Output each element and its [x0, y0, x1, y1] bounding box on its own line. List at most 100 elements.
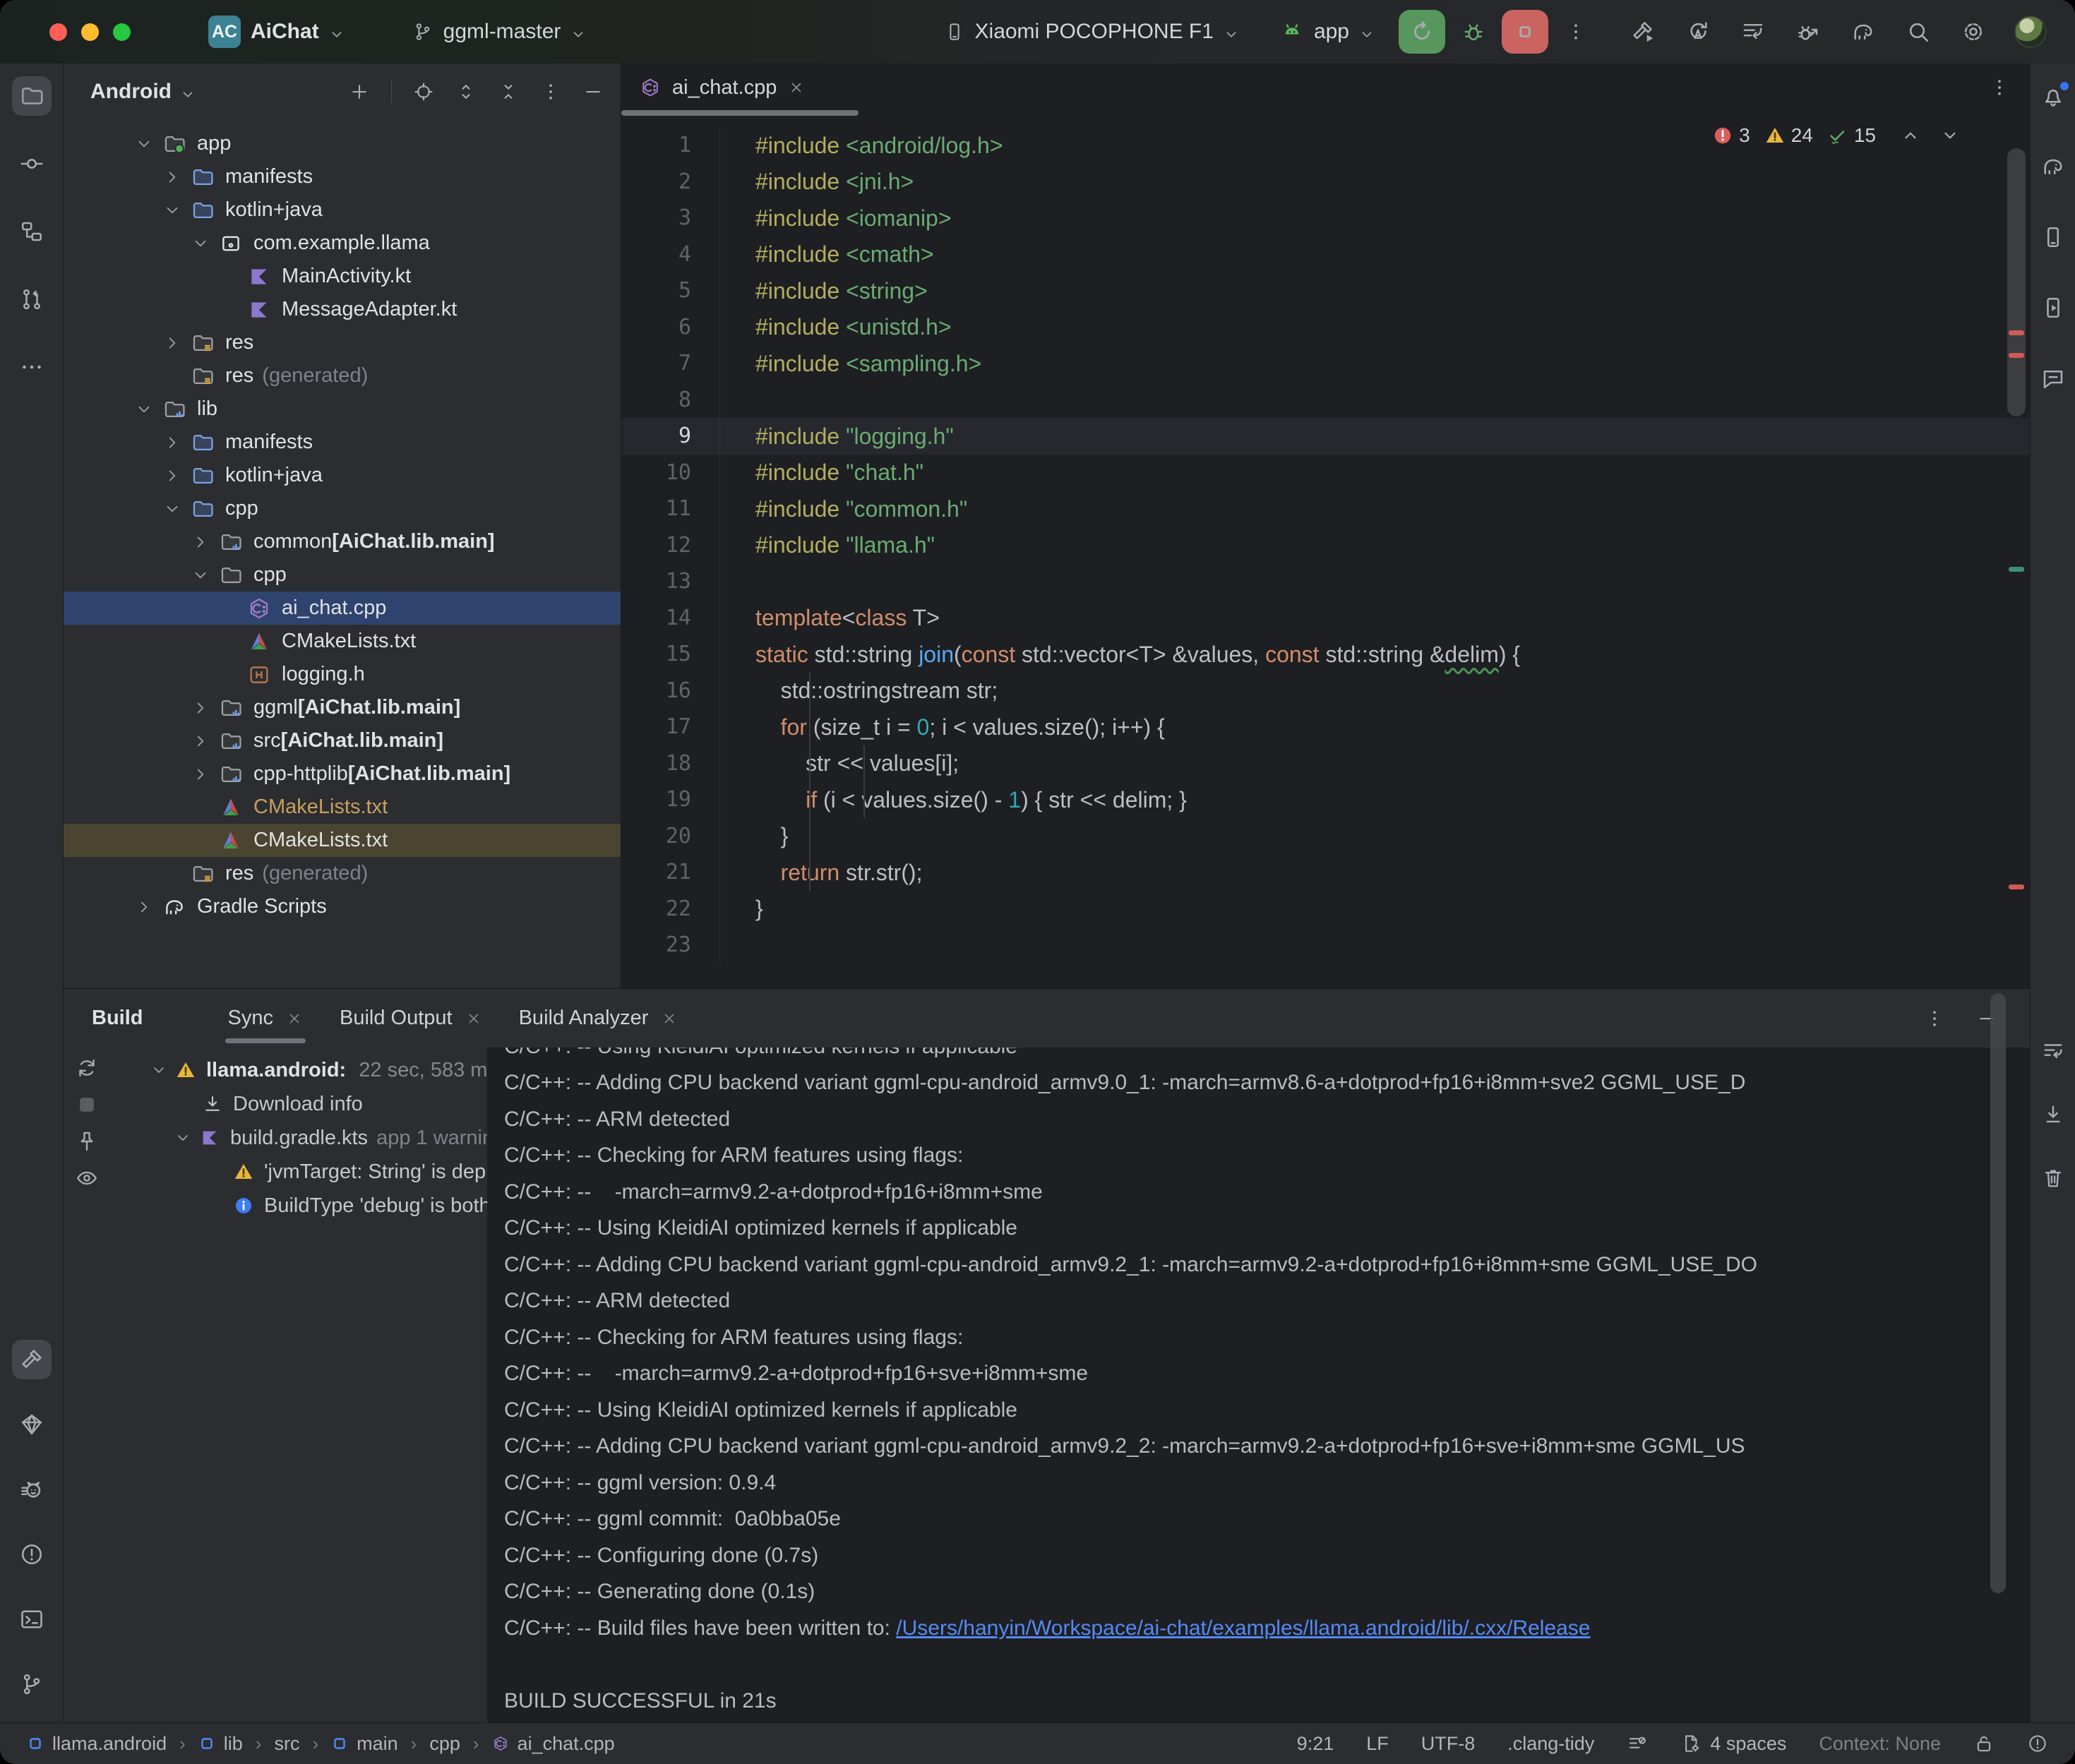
tool-stripe-notifications-button[interactable] [2033, 76, 2073, 116]
prev-problem-button[interactable] [1901, 126, 1920, 145]
chevron-expanded-icon[interactable] [160, 496, 185, 522]
tree-item-cmakelists-txt[interactable]: CMakeLists.txt [64, 824, 621, 857]
hide-button[interactable] [582, 81, 604, 102]
build-window-title[interactable]: Build [92, 1007, 143, 1030]
apply-changes-button[interactable] [1685, 19, 1711, 44]
tool-stripe-build-hammer-button[interactable] [12, 1340, 52, 1379]
build-console[interactable]: C/C++: -- Using KleidiAI optimized kerne… [487, 1048, 2030, 1722]
sync-tree-item[interactable]: llama.android: fini22 sec, 583 ms [64, 1053, 487, 1087]
chevron-expanded-icon[interactable] [171, 1129, 195, 1146]
tree-item-ai-chat-cpp[interactable]: ai_chat.cpp [64, 592, 621, 625]
project-widget[interactable]: AC AiChat [208, 16, 345, 48]
run-more-options-button[interactable] [1565, 21, 1586, 42]
more-v-button[interactable] [540, 81, 561, 102]
tree-item-cpp[interactable]: cpp [64, 492, 621, 525]
tree-item-res[interactable]: res(generated) [64, 857, 621, 890]
debug-app-button[interactable] [1461, 19, 1486, 44]
chevron-expanded-icon[interactable] [188, 563, 213, 588]
tree-item-res[interactable]: res(generated) [64, 359, 621, 392]
console-link[interactable]: /Users/hanyin/Workspace/ai-chat/examples… [896, 1616, 1590, 1640]
breadcrumb-item-lib[interactable]: lib [198, 1733, 243, 1755]
error-stripe-mark[interactable] [2009, 353, 2024, 358]
tool-stripe-device-manager-button[interactable] [2033, 217, 2073, 257]
build-tab-build-analyzer[interactable]: Build Analyzer [501, 989, 697, 1048]
tool-stripe-commit-button[interactable] [12, 144, 52, 184]
tool-stripe-project-folder-button[interactable] [12, 76, 52, 116]
close-icon[interactable] [788, 79, 805, 96]
chevron-collapsed-icon[interactable] [188, 695, 213, 721]
close-icon[interactable] [286, 1010, 303, 1027]
tool-stripe-terminal-button[interactable] [12, 1600, 52, 1639]
chevron-collapsed-icon[interactable] [131, 894, 157, 920]
unlock-icon[interactable] [1973, 1733, 1995, 1754]
chevron-collapsed-icon[interactable] [160, 463, 185, 488]
collapse-all-button[interactable] [498, 81, 519, 102]
vcs-widget[interactable]: ggml-master [412, 20, 587, 44]
lint-config[interactable]: .clang-tidy [1507, 1733, 1594, 1755]
attach-debugger-button[interactable] [1795, 19, 1821, 44]
editor[interactable]: ai_chat.cpp 1#include <android/log.h>2#i… [621, 64, 2030, 988]
zoom-window-button[interactable] [113, 23, 131, 41]
tool-stripe-running-devices-button[interactable] [2033, 288, 2073, 328]
chevron-expanded-icon[interactable] [147, 1062, 171, 1079]
chevron-collapsed-icon[interactable] [188, 762, 213, 787]
chevron-collapsed-icon[interactable] [188, 529, 213, 555]
tree-item-common[interactable]: common [AiChat.lib.main] [64, 525, 621, 558]
next-problem-button[interactable] [1941, 126, 1959, 145]
add-button[interactable] [349, 81, 370, 102]
tool-stripe-assistant-button[interactable] [2033, 359, 2073, 398]
tool-stripe-structure-button[interactable] [12, 212, 52, 251]
caret-position[interactable]: 9:21 [1297, 1733, 1334, 1755]
build-more-options-button[interactable] [1924, 1008, 1945, 1029]
rerun-app-button[interactable] [1399, 10, 1445, 54]
breadcrumb-item-ai-chat-cpp[interactable]: ai_chat.cpp [492, 1733, 615, 1755]
tree-item-app[interactable]: app [64, 127, 621, 160]
settings-button[interactable] [1961, 19, 1986, 44]
chevron-expanded-icon[interactable] [131, 397, 157, 422]
avatar[interactable] [2014, 16, 2047, 48]
tree-item-res[interactable]: res [64, 326, 621, 359]
breadcrumb-item-main[interactable]: main [331, 1733, 398, 1755]
chevron-collapsed-icon[interactable] [188, 728, 213, 754]
sync-tree-item[interactable]: 'jvmTarget: String' is deprec [64, 1155, 487, 1189]
device-selector[interactable]: Xiaomi POCOPHONE F1 [944, 20, 1239, 44]
context-indicator[interactable]: Context: None [1819, 1733, 1941, 1755]
tool-stripe-diamond-button[interactable] [12, 1405, 52, 1444]
chevron-expanded-icon[interactable] [160, 198, 185, 223]
tool-stripe-logcat-button[interactable] [12, 1470, 52, 1509]
tool-stripe-branch-button[interactable] [12, 1664, 52, 1704]
tree-item-logging-h[interactable]: logging.h [64, 658, 621, 691]
scroll-end-button[interactable] [2041, 1103, 2065, 1127]
tree-item-manifests[interactable]: manifests [64, 426, 621, 459]
tree-item-gradle-scripts[interactable]: Gradle Scripts [64, 890, 621, 923]
tree-item-kotlin-java[interactable]: kotlin+java [64, 459, 621, 492]
tree-item-ggml[interactable]: ggml [AiChat.lib.main] [64, 691, 621, 724]
tool-stripe-more-h-button[interactable] [12, 347, 52, 387]
error-stripe-mark[interactable] [2009, 884, 2024, 889]
build-tab-sync[interactable]: Sync [210, 989, 321, 1048]
build-hammer-run-button[interactable] [1630, 19, 1656, 44]
tree-item-messageadapter-kt[interactable]: MessageAdapter.kt [64, 293, 621, 326]
locate-button[interactable] [413, 81, 434, 102]
sync-tree-item[interactable]: BuildType 'debug' is both de [64, 1189, 487, 1223]
chevron-collapsed-icon[interactable] [160, 330, 185, 356]
close-window-button[interactable] [49, 23, 67, 41]
chevron-expanded-icon[interactable] [188, 231, 213, 256]
sync-tree-item[interactable]: Download info [64, 1087, 487, 1121]
clear-button[interactable] [2041, 1166, 2065, 1190]
formatter-icon[interactable] [1627, 1733, 1648, 1754]
tool-stripe-problems-button[interactable] [12, 1535, 52, 1574]
close-icon[interactable] [661, 1010, 678, 1027]
project-view-selector[interactable]: Android [90, 80, 172, 104]
tree-item-src[interactable]: src [AiChat.lib.main] [64, 724, 621, 757]
sync-tree-item[interactable]: build.gradle.ktsapp 1 warning [64, 1121, 487, 1155]
expand-all-button[interactable] [455, 81, 477, 102]
tree-item-lib[interactable]: lib [64, 392, 621, 426]
breadcrumb-item-src[interactable]: src [274, 1733, 299, 1755]
line-ending[interactable]: LF [1366, 1733, 1389, 1755]
tool-stripe-gradle-sync-button[interactable] [2033, 147, 2073, 186]
encoding[interactable]: UTF-8 [1421, 1733, 1476, 1755]
gradle-sync-button[interactable] [1850, 19, 1876, 44]
breadcrumb-item-cpp[interactable]: cpp [429, 1733, 460, 1755]
search-button[interactable] [1906, 19, 1931, 44]
